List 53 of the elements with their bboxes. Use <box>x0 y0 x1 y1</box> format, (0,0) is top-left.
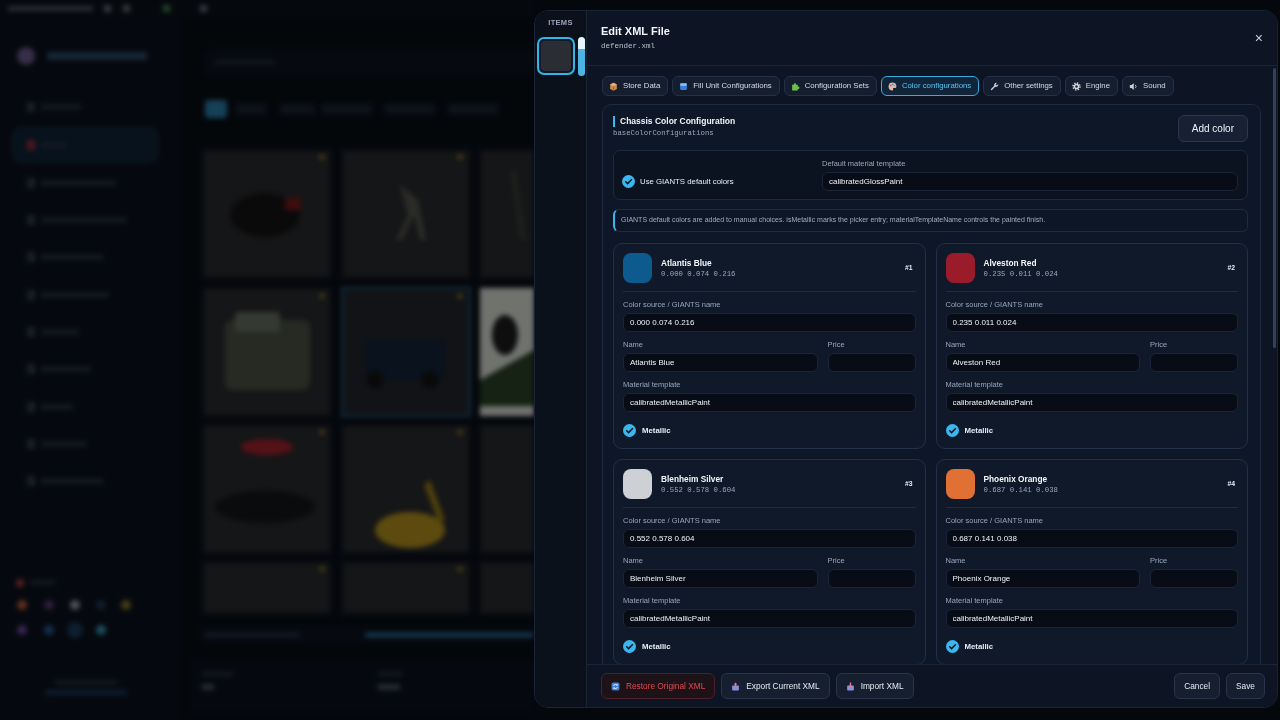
template-field[interactable]: calibratedGlossPaint <box>822 172 1238 191</box>
puzzle-icon <box>790 81 800 91</box>
section-title: Chassis Color Configuration <box>613 116 736 127</box>
color-source-field[interactable]: 0.235 0.011 0.024 <box>945 313 1238 332</box>
cube-icon <box>679 81 689 91</box>
price-field[interactable] <box>827 353 916 372</box>
action-button[interactable]: Import XML <box>835 673 914 699</box>
price-field[interactable] <box>1150 353 1238 372</box>
restore-button[interactable]: Restore Original XML <box>601 673 716 699</box>
material-field[interactable]: calibratedMetallicPaint <box>945 609 1238 628</box>
inbox-icon <box>845 681 855 691</box>
outbox-icon <box>731 681 741 691</box>
checkbox[interactable] <box>622 175 635 188</box>
package-icon <box>609 81 618 91</box>
dialog-title: Edit XML File <box>601 24 670 38</box>
color-name: Phoenix Orange <box>983 473 1049 485</box>
save-button[interactable]: Save <box>1226 673 1265 699</box>
color-name: Atlantis Blue <box>661 257 713 269</box>
material-field[interactable]: calibratedMetallicPaint <box>623 393 916 412</box>
color-swatch[interactable] <box>623 253 652 283</box>
color-source-field[interactable]: 0.552 0.578 0.604 <box>623 529 916 548</box>
color-name: Blenheim Silver <box>661 473 725 485</box>
item-thumbnail[interactable] <box>537 37 575 75</box>
add-color-button[interactable]: Add color <box>1177 115 1248 142</box>
checkbox[interactable] <box>945 640 959 653</box>
color-source-field[interactable]: 0.000 0.074 0.216 <box>623 313 916 332</box>
color-swatch[interactable] <box>623 469 652 499</box>
name-field[interactable]: Atlantis Blue <box>623 353 818 372</box>
price-field[interactable] <box>827 569 916 588</box>
name-field[interactable]: Phoenix Orange <box>945 569 1140 588</box>
color-swatch[interactable] <box>945 253 975 283</box>
photo-placeholder <box>541 41 571 71</box>
name-field[interactable]: Blenheim Silver <box>623 569 818 588</box>
price-field[interactable] <box>1150 569 1238 588</box>
palette-icon <box>887 81 897 91</box>
cancel-button[interactable]: Cancel <box>1174 673 1221 699</box>
material-field[interactable]: calibratedMetallicPaint <box>623 609 916 628</box>
color-source-field[interactable]: 0.687 0.141 0.038 <box>945 529 1238 548</box>
refresh-icon <box>611 681 620 691</box>
close-button[interactable]: × <box>1252 31 1265 45</box>
color-name: Alveston Red <box>983 257 1038 269</box>
wrench-icon <box>990 81 1000 91</box>
gear-icon <box>1071 81 1081 91</box>
checkbox[interactable] <box>623 424 636 437</box>
scrollbar[interactable] <box>578 37 585 76</box>
color-swatch[interactable] <box>945 469 975 499</box>
speaker-icon <box>1129 81 1139 91</box>
material-field[interactable]: calibratedMetallicPaint <box>945 393 1238 412</box>
name-field[interactable]: Alveston Red <box>945 353 1140 372</box>
checkbox[interactable] <box>623 640 636 653</box>
action-button[interactable]: Export Current XML <box>721 673 830 699</box>
checkbox[interactable] <box>945 424 959 437</box>
scrollbar[interactable] <box>1273 68 1276 348</box>
